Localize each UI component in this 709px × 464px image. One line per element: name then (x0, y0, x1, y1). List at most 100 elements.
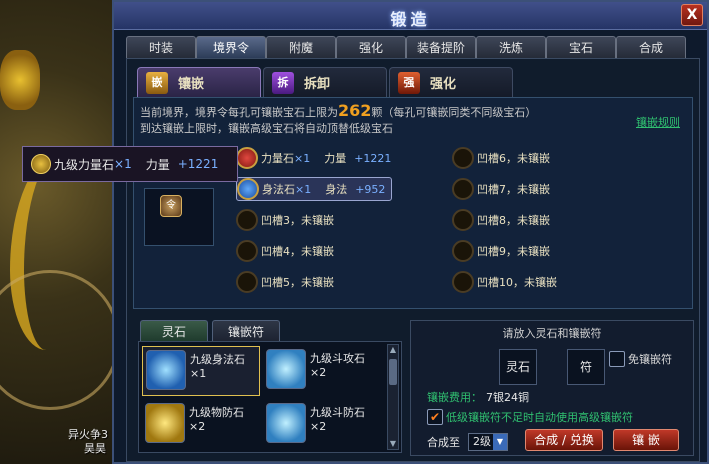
embed-rules-link[interactable]: 镶嵌规则 (636, 114, 680, 130)
form-title: 请放入灵石和镶嵌符 (502, 327, 602, 340)
subtab-embed-label: 镶嵌 (178, 77, 205, 92)
socket-1[interactable]: 力量石 ×1 力量 +1221 (236, 146, 391, 170)
agility-gem-icon (237, 178, 259, 200)
socket-2-value: +952 (355, 182, 386, 196)
gem-qty: ×2 (310, 420, 327, 433)
tab-refine[interactable]: 洗炼 (476, 36, 546, 58)
game-screen: 异火争3 昊昊 锻造 X 时装 境界令 附魔 强化 装备提阶 洗炼 宝石 合成 … (0, 0, 709, 464)
gem-item-text: 九级身法石 ×1 (190, 347, 245, 381)
socket-7[interactable]: 凹槽7，未镶嵌 (452, 177, 550, 201)
tab-embed-charm[interactable]: 镶嵌符 (212, 320, 280, 342)
tab-gem[interactable]: 宝石 (546, 36, 616, 58)
socket-2[interactable]: 身法石 ×1 身法 +952 (236, 177, 393, 201)
subtab-remove[interactable]: 拆 拆卸 (263, 67, 387, 97)
gem-qty: ×1 (190, 367, 207, 380)
compose-exchange-button[interactable]: 合成 / 兑换 (525, 429, 603, 451)
close-button[interactable]: X (681, 4, 703, 26)
subtab-embed[interactable]: 嵌 镶嵌 (137, 67, 261, 97)
empty-socket-icon (236, 209, 258, 231)
socket-6[interactable]: 凹槽6，未镶嵌 (452, 146, 550, 170)
title-bar[interactable]: 锻造 X (114, 2, 707, 30)
embed-button[interactable]: 镶 嵌 (613, 429, 679, 451)
gem-name: 九级身法石 (190, 353, 245, 366)
gem-item[interactable]: 九级斗防石 ×2 (263, 400, 381, 450)
auto-charm-option[interactable]: ✔ 低级镶嵌符不足时自动使用高级镶嵌符 (427, 409, 633, 425)
tab-spirit-stone[interactable]: 灵石 (140, 320, 208, 342)
embed-cost: 镶嵌费用： 7银24铜 (427, 389, 529, 405)
socket-10[interactable]: 凹槽10，未镶嵌 (452, 270, 557, 294)
auto-charm-checkbox[interactable]: ✔ (427, 409, 443, 425)
socket-9[interactable]: 凹槽9，未镶嵌 (452, 239, 550, 263)
player-guild: 异火争3 (68, 428, 108, 441)
tab-synthesis[interactable]: 合成 (616, 36, 686, 58)
chevron-down-icon[interactable]: ▼ (493, 434, 507, 450)
scroll-down-icon[interactable]: ▼ (388, 439, 398, 449)
combat-defense-stone-icon (266, 403, 306, 443)
free-charm-checkbox[interactable] (609, 351, 625, 367)
socket-2-stat: 身法 (325, 183, 348, 196)
realm-token-icon[interactable]: 令 (160, 195, 182, 217)
player-nameplate[interactable]: 异火争3 昊昊 (68, 428, 108, 456)
floor-ring (0, 270, 120, 410)
socket-2-qty: ×1 (295, 182, 312, 196)
gem-name: 九级斗攻石 (310, 352, 365, 365)
gem-tooltip: 九级力量石 ×1 力量 +1221 (22, 146, 238, 182)
agility-stone-icon (146, 350, 186, 390)
gem-item-text: 九级物防石 ×2 (189, 400, 244, 434)
tab-upgrade[interactable]: 装备提阶 (406, 36, 476, 58)
socket-1-stat: 力量 (324, 152, 347, 165)
tab-realm-token[interactable]: 境界令 (196, 36, 266, 58)
spirit-stone-slot[interactable]: 灵石 (499, 349, 537, 385)
compose-row: 合成至 2级 ▼ (427, 433, 508, 451)
tab-fashion[interactable]: 时装 (126, 36, 196, 58)
window-title: 锻造 (390, 10, 431, 29)
gem-list-scrollbar[interactable]: ▲ ▼ (387, 344, 399, 450)
combat-attack-stone-icon (266, 349, 306, 389)
gem-item[interactable]: 九级物防石 ×2 (142, 400, 260, 450)
free-charm-option[interactable]: 免镶嵌符 (609, 351, 672, 367)
empty-socket-icon (452, 178, 474, 200)
subtab-enhance-label: 强化 (430, 77, 457, 92)
close-icon: X (686, 7, 698, 23)
socket-1-value: +1221 (354, 151, 392, 165)
remove-icon: 拆 (272, 71, 294, 94)
socket-4-label: 凹槽4，未镶嵌 (261, 245, 334, 258)
empty-socket-icon (452, 209, 474, 231)
limit-info-post: 颗（每孔可镶嵌同类不同级宝石） (371, 106, 537, 119)
socket-5[interactable]: 凹槽5，未镶嵌 (236, 270, 334, 294)
auto-charm-label: 低级镶嵌符不足时自动使用高级镶嵌符 (446, 411, 633, 424)
tooltip-gem-qty: ×1 (114, 157, 132, 171)
tab-enchant[interactable]: 附魔 (266, 36, 336, 58)
compose-label: 合成至 (427, 436, 460, 449)
socket-1-name: 力量石 (261, 152, 294, 165)
subtab-enhance[interactable]: 强 强化 (389, 67, 513, 97)
tooltip-stat: 力量 (145, 157, 170, 172)
limit-number: 262 (338, 101, 372, 120)
embed-form: 请放入灵石和镶嵌符 灵石 符 免镶嵌符 镶嵌费用： 7银24铜 ✔ 低级镶嵌符不足… (410, 320, 694, 456)
game-backdrop: 异火争3 昊昊 (0, 0, 120, 464)
gem-inventory: 九级身法石 ×1 九级斗攻石 ×2 九级物防石 ×2 九级斗防石 ×2 ▲ ▼ (138, 341, 402, 453)
socket-2-name: 身法石 (262, 183, 295, 196)
empty-socket-icon (452, 147, 474, 169)
gem-item[interactable]: 九级身法石 ×1 (142, 346, 260, 396)
gem-tab-bar: 灵石 镶嵌符 (140, 320, 284, 342)
scroll-up-icon[interactable]: ▲ (388, 345, 398, 355)
socket-10-label: 凹槽10，未镶嵌 (477, 276, 557, 289)
gem-name: 九级物防石 (189, 406, 244, 419)
charm-slot[interactable]: 符 (567, 349, 605, 385)
compose-level-value: 2级 (473, 435, 491, 448)
dragon-statue (0, 50, 40, 110)
socket-3[interactable]: 凹槽3，未镶嵌 (236, 208, 334, 232)
socket-5-label: 凹槽5，未镶嵌 (261, 276, 334, 289)
socket-4[interactable]: 凹槽4，未镶嵌 (236, 239, 334, 263)
socket-8[interactable]: 凹槽8，未镶嵌 (452, 208, 550, 232)
compose-level-select[interactable]: 2级 ▼ (468, 433, 508, 451)
cost-value: 7银24铜 (486, 391, 529, 404)
strength-gem-icon (236, 147, 258, 169)
gem-name: 九级斗防石 (310, 406, 365, 419)
tab-strengthen[interactable]: 强化 (336, 36, 406, 58)
tooltip-value: +1221 (177, 157, 219, 171)
empty-socket-icon (452, 240, 474, 262)
scroll-thumb[interactable] (389, 359, 397, 385)
gem-item[interactable]: 九级斗攻石 ×2 (263, 346, 381, 396)
